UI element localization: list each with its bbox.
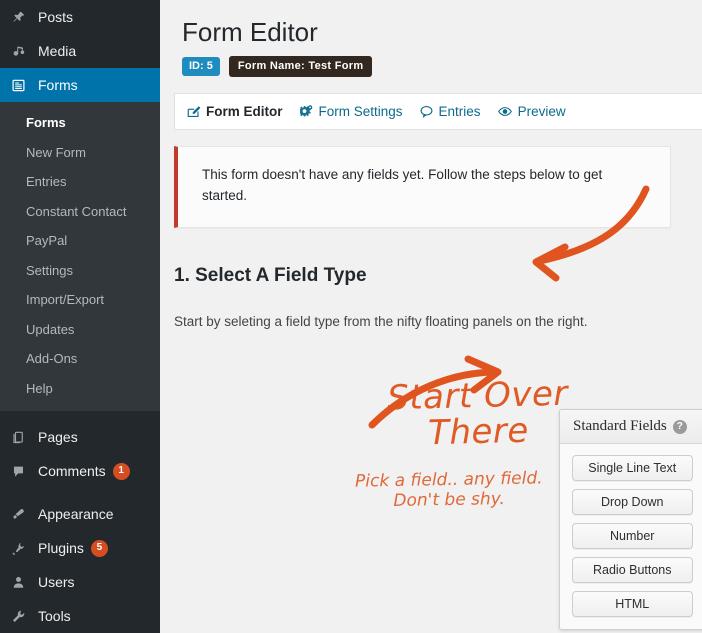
tab-label: Form Editor (206, 103, 283, 119)
sidebar-item-label: Pages (38, 429, 78, 445)
comments-icon (11, 464, 33, 479)
comments-count-badge: 1 (112, 462, 130, 480)
sidebar-item-media[interactable]: Media (0, 34, 160, 68)
forms-icon (11, 78, 33, 93)
speech-bubble-icon (419, 104, 434, 119)
sidebar-item-label: Comments (38, 463, 106, 479)
tab-label: Preview (517, 103, 566, 119)
eye-icon (497, 104, 513, 119)
gears-icon (299, 104, 314, 119)
submenu-item-import-export[interactable]: Import/Export (0, 285, 160, 315)
help-icon[interactable]: ? (672, 419, 687, 434)
submenu-item-updates[interactable]: Updates (0, 315, 160, 345)
sidebar-item-label: Forms (38, 77, 78, 93)
empty-form-notice: This form doesn't have any fields yet. F… (174, 145, 671, 228)
sidebar-item-label: Posts (38, 9, 74, 25)
pages-icon (11, 430, 33, 445)
tools-icon (11, 609, 33, 624)
section-description: Start by seleting a field type from the … (174, 313, 588, 329)
section-title: 1. Select A Field Type (174, 264, 367, 286)
sidebar-item-tools[interactable]: Tools (0, 599, 160, 633)
main-content: Form Editor ID: 5 Form Name: Test Form F… (160, 0, 702, 633)
submenu-item-constant-contact[interactable]: Constant Contact (0, 197, 160, 227)
sidebar-item-label: Users (38, 574, 75, 590)
submenu-item-settings[interactable]: Settings (0, 256, 160, 286)
sidebar-item-pages[interactable]: Pages (0, 420, 160, 454)
form-tab-bar: Form Editor Form Settings Entries Previe… (174, 92, 702, 130)
sidebar-item-posts[interactable]: Posts (0, 0, 160, 34)
sidebar-item-users[interactable]: Users (0, 565, 160, 599)
tab-label: Form Settings (318, 103, 403, 119)
submenu-item-help[interactable]: Help (0, 374, 160, 404)
media-icon (11, 44, 33, 59)
field-button-single-line-text[interactable]: Single Line Text (572, 455, 693, 481)
appearance-icon (11, 507, 33, 522)
sidebar-item-plugins[interactable]: Plugins 5 (0, 531, 160, 565)
plugins-icon (11, 541, 33, 556)
standard-fields-panel: Standard Fields ? Single Line Text Parag… (559, 409, 702, 630)
submenu-item-new-form[interactable]: New Form (0, 138, 160, 168)
sidebar-item-label: Plugins (38, 540, 84, 556)
tab-preview[interactable]: Preview (497, 104, 566, 119)
annotation-subtext-line1: Pick a field.. any field. (354, 468, 543, 492)
panel-title: Standard Fields (573, 418, 667, 434)
users-icon (11, 575, 33, 590)
pin-icon (11, 10, 33, 25)
field-button-radio-buttons[interactable]: Radio Buttons (572, 557, 693, 583)
sidebar-divider (0, 488, 160, 497)
field-button-html[interactable]: HTML (572, 591, 693, 617)
tab-form-editor[interactable]: Form Editor (186, 104, 283, 119)
sidebar-divider (0, 411, 160, 420)
sidebar-item-label: Tools (38, 608, 71, 624)
field-button-number[interactable]: Number (572, 523, 693, 549)
page-title: Form Editor (182, 17, 318, 47)
notice-text: This form doesn't have any fields yet. F… (202, 166, 603, 203)
sidebar-item-appearance[interactable]: Appearance (0, 497, 160, 531)
annotation-subtext: Pick a field.. any field. Don't be shy. (354, 468, 545, 511)
admin-screen: Posts Media Forms Forms New Form Entries… (0, 0, 702, 633)
tab-label: Entries (438, 103, 481, 119)
form-name-badge: Form Name: Test Form (228, 55, 373, 77)
tab-form-settings[interactable]: Form Settings (299, 104, 403, 119)
form-meta-badges: ID: 5 Form Name: Test Form (160, 50, 702, 77)
sidebar-item-label: Appearance (38, 506, 114, 522)
submenu-item-entries[interactable]: Entries (0, 167, 160, 197)
form-id-badge: ID: 5 (182, 56, 220, 76)
plugins-count-badge: 5 (90, 539, 108, 557)
edit-pencil-icon (186, 104, 201, 119)
submenu-item-add-ons[interactable]: Add-Ons (0, 344, 160, 374)
tab-entries[interactable]: Entries (419, 104, 481, 119)
annotation-subtext-line2: Don't be shy. (393, 489, 506, 512)
field-button-drop-down[interactable]: Drop Down (572, 489, 693, 515)
admin-sidebar: Posts Media Forms Forms New Form Entries… (0, 0, 168, 633)
forms-submenu: Forms New Form Entries Constant Contact … (0, 102, 160, 411)
sidebar-item-forms[interactable]: Forms (0, 68, 168, 102)
submenu-item-forms[interactable]: Forms (0, 108, 160, 138)
standard-fields-panel-header[interactable]: Standard Fields ? (560, 410, 702, 444)
submenu-item-paypal[interactable]: PayPal (0, 226, 160, 256)
sidebar-item-comments[interactable]: Comments 1 (0, 454, 160, 488)
standard-fields-button-grid: Single Line Text Paragraph Text Drop Dow… (560, 444, 702, 629)
sidebar-item-label: Media (38, 43, 77, 59)
